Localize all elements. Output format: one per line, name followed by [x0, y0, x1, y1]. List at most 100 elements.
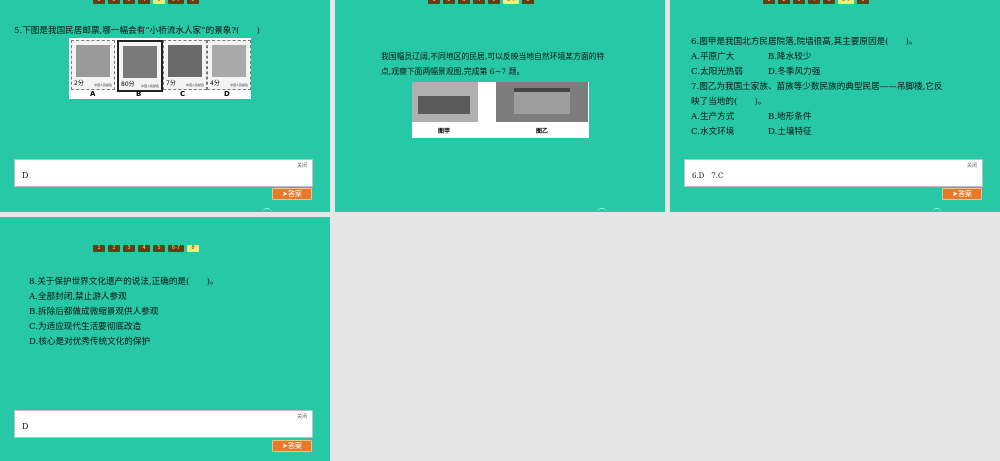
stamp-caption: 中国人民邮政 — [185, 83, 204, 87]
stamp-figure: 2分 中国人民邮政 80分 中国人民邮政 7分 中国人民邮政 4分 中国人民邮政… — [69, 38, 251, 99]
q6-option-b: B.降水较少 — [768, 52, 812, 62]
nav-button-2[interactable]: 2 — [108, 245, 120, 252]
nav-button-6-7[interactable]: 6-7 — [168, 245, 184, 252]
nav-button-8[interactable]: 8 — [187, 0, 199, 4]
q8-option-b: B.拆除后都做成微缩景观供人参观 — [29, 307, 159, 317]
nav-button-5[interactable]: 5 — [823, 0, 835, 4]
nav-button-5[interactable]: 5 — [488, 0, 500, 4]
stamp-c-image — [168, 45, 202, 77]
nav-button-4[interactable]: 4 — [473, 0, 485, 4]
nav-button-2[interactable]: 2 — [443, 0, 455, 4]
page-indicator-icon — [932, 208, 942, 212]
stamp-d-value: 4分 — [210, 80, 220, 87]
q8-option-c: C.为适应现代生活要彻底改造 — [29, 322, 142, 332]
figure-panel: 图甲 图乙 — [412, 82, 589, 138]
stamp-label-d: D — [224, 90, 230, 98]
answer-box: 关闭 D — [14, 159, 313, 187]
stamp-d: 4分 中国人民邮政 — [207, 40, 251, 90]
figure-a-label: 图甲 — [438, 128, 451, 135]
nav-button-1[interactable]: 1 — [428, 0, 440, 4]
close-button[interactable]: 关闭 — [297, 413, 307, 420]
stamp-a: 2分 中国人民邮政 — [71, 40, 115, 90]
stamp-c: 7分 中国人民邮政 — [163, 40, 207, 90]
nav-button-8[interactable]: 8 — [522, 0, 534, 4]
nav-button-3[interactable]: 3 — [458, 0, 470, 4]
answer-box: 关闭 D — [14, 410, 313, 438]
slide-passage-6-7: 1 2 3 4 5 6-7 8 我国幅员辽阔,不同地区的民居,可以反映当地自然环… — [335, 0, 665, 212]
nav-button-4[interactable]: 4 — [808, 0, 820, 4]
q7-option-b: B.地形条件 — [768, 112, 812, 122]
nav-button-1[interactable]: 1 — [763, 0, 775, 4]
question-nav: 1 2 3 4 5 6-7 8 — [428, 0, 534, 4]
question-6-text: 6.图甲是我国北方民居院落,院墙很高,其主要原因是( )。 — [691, 37, 918, 47]
answer-button-label: 答案 — [287, 442, 302, 450]
question-7-line-1: 7.图乙为我国土家族、苗族等少数民族的典型民居——吊脚楼,它反 — [691, 82, 943, 92]
stamp-a-value: 2分 — [74, 80, 84, 87]
nav-button-2[interactable]: 2 — [108, 0, 120, 4]
q7-option-d: D.土壤特征 — [768, 127, 812, 137]
passage-line-2: 点,观察下面两幅景观图,完成第 6~7 题。 — [381, 67, 525, 76]
figure-b-photo — [496, 82, 588, 122]
stamp-caption: 中国人民邮政 — [140, 84, 159, 88]
passage-line-1: 我国幅员辽阔,不同地区的民居,可以反映当地自然环境某方面的特 — [381, 52, 605, 61]
nav-button-3[interactable]: 3 — [123, 0, 135, 4]
nav-button-2[interactable]: 2 — [778, 0, 790, 4]
question-nav: 1 2 3 4 5 6-7 8 — [93, 245, 199, 252]
nav-button-6-7[interactable]: 6-7 — [838, 0, 854, 4]
nav-button-5[interactable]: 5 — [153, 245, 165, 252]
nav-button-6-7[interactable]: 6-7 — [168, 0, 184, 4]
q8-option-a: A.全部封闭,禁止游人参观 — [29, 292, 127, 302]
answer-button[interactable]: ➤答案 — [942, 188, 982, 200]
slide-question-8: 1 2 3 4 5 6-7 8 8.关于保护世界文化遗产的说法,正确的是( )。… — [0, 217, 330, 461]
nav-button-3[interactable]: 3 — [793, 0, 805, 4]
answer-value: 6.D 7.C — [692, 172, 724, 180]
slide-question-5: 1 2 3 4 5 6-7 8 5.下图是我国民居邮票,哪一幅会有“小桥流水人家… — [0, 0, 330, 212]
stamp-b-image — [123, 46, 157, 78]
question-7-line-2: 映了当地的( )。 — [691, 97, 767, 107]
nav-button-6-7[interactable]: 6-7 — [503, 0, 519, 4]
answer-button[interactable]: ➤答案 — [272, 440, 312, 452]
nav-button-5[interactable]: 5 — [153, 0, 165, 4]
q6-option-a: A.平原广大 — [691, 52, 735, 62]
answer-value: D — [22, 422, 29, 431]
q7-option-c: C.水文环境 — [691, 127, 735, 137]
slide-questions-6-7: 1 2 3 4 5 6-7 8 6.图甲是我国北方民居院落,院墙很高,其主要原因… — [670, 0, 1000, 212]
stamp-caption: 中国人民邮政 — [93, 83, 112, 87]
nav-button-3[interactable]: 3 — [123, 245, 135, 252]
stamp-label-b: B — [136, 90, 142, 98]
question-nav: 1 2 3 4 5 6-7 8 — [93, 0, 199, 4]
stamp-b: 80分 中国人民邮政 — [117, 40, 163, 92]
figure-b-label: 图乙 — [536, 128, 549, 135]
nav-button-1[interactable]: 1 — [93, 0, 105, 4]
courtyard-wall-shape — [418, 96, 470, 114]
q7-option-a: A.生产方式 — [691, 112, 735, 122]
page-indicator-icon — [262, 208, 272, 212]
answer-value: D — [22, 171, 29, 180]
q6-option-d: D.冬季风力强 — [768, 67, 821, 77]
stamp-a-image — [76, 45, 110, 77]
stamp-d-image — [212, 45, 246, 77]
nav-button-8[interactable]: 8 — [857, 0, 869, 4]
stamp-caption: 中国人民邮政 — [229, 83, 248, 87]
answer-button-label: 答案 — [957, 190, 972, 198]
close-button[interactable]: 关闭 — [297, 162, 307, 169]
stamp-label-c: C — [180, 90, 186, 98]
answer-box: 关闭 6.D 7.C — [684, 159, 983, 187]
answer-button-label: 答案 — [287, 190, 302, 198]
stamp-label-a: A — [90, 90, 96, 98]
stilt-house-shape — [514, 88, 570, 114]
nav-button-8[interactable]: 8 — [187, 245, 199, 252]
figure-a-photo — [412, 82, 478, 122]
question-8-text: 8.关于保护世界文化遗产的说法,正确的是( )。 — [29, 277, 219, 287]
stamp-c-value: 7分 — [166, 80, 176, 87]
close-button[interactable]: 关闭 — [967, 162, 977, 169]
q6-option-c: C.太阳光热弱 — [691, 67, 743, 77]
nav-button-4[interactable]: 4 — [138, 245, 150, 252]
page-indicator-icon — [597, 208, 607, 212]
nav-button-1[interactable]: 1 — [93, 245, 105, 252]
question-nav: 1 2 3 4 5 6-7 8 — [763, 0, 869, 4]
nav-button-4[interactable]: 4 — [138, 0, 150, 4]
stamp-b-value: 80分 — [121, 81, 135, 88]
q8-option-d: D.核心是对优秀传统文化的保护 — [29, 337, 151, 347]
answer-button[interactable]: ➤答案 — [272, 188, 312, 200]
